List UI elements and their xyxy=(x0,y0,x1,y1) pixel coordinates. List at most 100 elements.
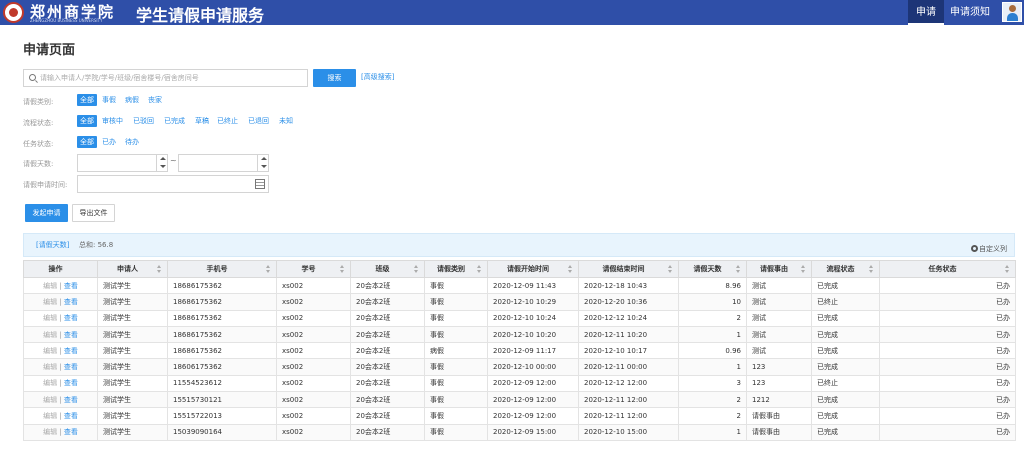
user-avatar[interactable] xyxy=(1002,2,1022,22)
flow-status-reviewing[interactable]: 审核中 xyxy=(102,116,123,126)
task-status-cell: 已办 xyxy=(879,342,1016,360)
edit-link[interactable]: 编辑 xyxy=(43,347,57,355)
edit-link[interactable]: 编辑 xyxy=(43,298,57,306)
flow-status-terminated[interactable]: 已终止 xyxy=(217,116,238,126)
flow-status-completed[interactable]: 已完成 xyxy=(164,116,185,126)
sort-icon[interactable] xyxy=(736,265,741,274)
summary-field-link[interactable]: [请假天数] xyxy=(36,240,69,250)
flow-status-cell: 已完成 xyxy=(811,358,880,376)
table-row: 编辑 | 查看 测试学生 11554523612 xs002 20会本2班 事假 2020-… xyxy=(23,374,1016,393)
stepper-icon[interactable] xyxy=(156,155,167,171)
start-time-cell: 2020-12-09 11:17 xyxy=(487,342,579,360)
edit-link[interactable]: 编辑 xyxy=(43,428,57,436)
start-time-cell: 2020-12-09 12:00 xyxy=(487,391,579,409)
nav-notice[interactable]: 申请须知 xyxy=(950,0,990,25)
sort-icon[interactable] xyxy=(1005,265,1010,274)
view-link[interactable]: 查看 xyxy=(64,428,78,436)
flow-status-unknown[interactable]: 未知 xyxy=(279,116,293,126)
column-header[interactable]: 学号 xyxy=(276,260,351,278)
column-header[interactable]: 操作 xyxy=(23,260,98,278)
leave-type-sick[interactable]: 病假 xyxy=(125,95,139,105)
leave-table: 操作 申请人 手机号 学号 班级 请假类别 请假开始时间 请假结束时间 请假天数… xyxy=(23,260,1016,441)
search-button[interactable]: 搜索 xyxy=(313,69,356,87)
phone-cell: 11554523612 xyxy=(167,374,277,393)
top-bar: 郑州商学院 ZHENGZHOU BUSINESS UNIVERSITY 学生请假… xyxy=(0,0,1024,25)
calendar-icon[interactable] xyxy=(255,179,265,189)
flow-status-returned[interactable]: 已退回 xyxy=(248,116,269,126)
view-link[interactable]: 查看 xyxy=(64,396,78,404)
task-status-all[interactable]: 全部 xyxy=(77,136,97,148)
view-link[interactable]: 查看 xyxy=(64,379,78,387)
column-header[interactable]: 班级 xyxy=(350,260,425,278)
flow-status-cell: 已完成 xyxy=(811,391,880,409)
view-link[interactable]: 查看 xyxy=(64,363,78,371)
flow-status-label: 流程状态: xyxy=(23,119,54,127)
app-title: 学生请假申请服务 xyxy=(136,6,265,25)
flow-status-all[interactable]: 全部 xyxy=(77,115,97,127)
flow-status-rejected[interactable]: 已驳回 xyxy=(133,116,154,126)
sort-icon[interactable] xyxy=(414,265,419,274)
sort-icon[interactable] xyxy=(568,265,573,274)
column-header[interactable]: 申请人 xyxy=(97,260,168,278)
leave-days-max-input[interactable] xyxy=(178,154,269,172)
row-actions: 编辑 | 查看 xyxy=(23,423,98,441)
view-link[interactable]: 查看 xyxy=(64,412,78,420)
flow-status-draft[interactable]: 草稿 xyxy=(195,116,209,126)
view-link[interactable]: 查看 xyxy=(64,314,78,322)
apply-time-input[interactable] xyxy=(77,175,269,193)
sort-icon[interactable] xyxy=(869,265,874,274)
column-header[interactable]: 任务状态 xyxy=(879,260,1016,278)
action-separator: | xyxy=(59,363,62,372)
column-header[interactable]: 请假天数 xyxy=(678,260,747,278)
view-link[interactable]: 查看 xyxy=(64,347,78,355)
leave-days-min-input[interactable] xyxy=(77,154,168,172)
leave-type-bereavement[interactable]: 丧家 xyxy=(148,95,162,105)
sort-icon[interactable] xyxy=(266,265,271,274)
edit-link[interactable]: 编辑 xyxy=(43,412,57,420)
task-status-todo[interactable]: 待办 xyxy=(125,137,139,147)
leave-type-cell: 事假 xyxy=(424,276,488,295)
leave-type-cell: 事假 xyxy=(424,423,488,441)
column-header[interactable]: 请假事由 xyxy=(746,260,812,278)
custom-columns-button[interactable]: 自定义列 xyxy=(971,244,1007,254)
class-cell: 20会本2班 xyxy=(350,407,425,425)
leave-type-cell: 事假 xyxy=(424,309,488,327)
leave-days-cell: 1 xyxy=(678,325,747,344)
leave-type-label: 请假类别: xyxy=(23,98,54,106)
leave-type-cell: 事假 xyxy=(424,358,488,376)
edit-link[interactable]: 编辑 xyxy=(43,331,57,339)
column-header[interactable]: 手机号 xyxy=(167,260,277,278)
edit-link[interactable]: 编辑 xyxy=(43,379,57,387)
start-time-cell: 2020-12-09 15:00 xyxy=(487,423,579,441)
edit-link[interactable]: 编辑 xyxy=(43,396,57,404)
end-time-cell: 2020-12-11 12:00 xyxy=(578,391,679,409)
sort-icon[interactable] xyxy=(340,265,345,274)
reason-cell: 测试 xyxy=(746,342,812,360)
column-header[interactable]: 请假类别 xyxy=(424,260,488,278)
view-link[interactable]: 查看 xyxy=(64,282,78,290)
edit-link[interactable]: 编辑 xyxy=(43,363,57,371)
column-header[interactable]: 请假开始时间 xyxy=(487,260,579,278)
apply-time-label: 请假申请时间: xyxy=(23,181,68,189)
sort-icon[interactable] xyxy=(801,265,806,274)
sort-icon[interactable] xyxy=(157,265,162,274)
leave-type-all[interactable]: 全部 xyxy=(77,94,97,106)
column-header[interactable]: 请假结束时间 xyxy=(578,260,679,278)
task-status-done[interactable]: 已办 xyxy=(102,137,116,147)
edit-link[interactable]: 编辑 xyxy=(43,282,57,290)
stepper-icon[interactable] xyxy=(257,155,268,171)
sort-icon[interactable] xyxy=(477,265,482,274)
sort-icon[interactable] xyxy=(668,265,673,274)
column-header[interactable]: 流程状态 xyxy=(811,260,880,278)
search-input[interactable] xyxy=(40,70,305,86)
table-row: 编辑 | 查看 测试学生 18686175362 xs002 20会本2班 事假 2020-… xyxy=(23,309,1016,327)
table-row: 编辑 | 查看 测试学生 18686175362 xs002 20会本2班 事假 2020-… xyxy=(23,293,1016,311)
advanced-search-link[interactable]: [高级搜索] xyxy=(361,72,394,82)
nav-apply[interactable]: 申请 xyxy=(908,0,944,25)
view-link[interactable]: 查看 xyxy=(64,298,78,306)
view-link[interactable]: 查看 xyxy=(64,331,78,339)
leave-type-personal[interactable]: 事假 xyxy=(102,95,116,105)
apply-button[interactable]: 发起申请 xyxy=(25,204,68,222)
export-button[interactable]: 导出文件 xyxy=(72,204,115,222)
edit-link[interactable]: 编辑 xyxy=(43,314,57,322)
